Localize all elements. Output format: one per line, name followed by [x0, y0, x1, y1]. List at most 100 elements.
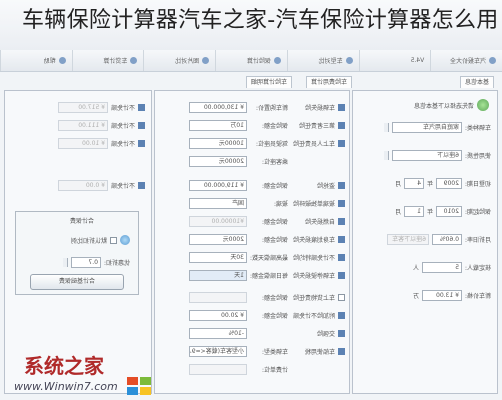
field-label: 新车购置价: [255, 104, 288, 112]
year-unit: 年 [426, 180, 433, 188]
row-label: 附加险不计免赔 [292, 312, 335, 320]
default-discount-checkbox[interactable] [110, 236, 117, 244]
value-select[interactable]: 1天 [189, 269, 247, 281]
row-label: 玻璃单独破碎险 [292, 200, 335, 208]
value-select[interactable]: -10% [189, 327, 247, 339]
amount-field: ¥ 10.00 [57, 137, 108, 149]
checkbox[interactable] [338, 235, 345, 243]
watermark-cn-text: 系统之家 [24, 354, 104, 378]
info-icon [120, 235, 130, 245]
new-car-price-label: 新车价格: [464, 292, 491, 300]
checkbox[interactable] [338, 103, 345, 111]
checkbox[interactable] [338, 199, 345, 207]
calculator-window: 汽车报价大全 V4.5 车型对比 保险计算 图片对比 车贷计算 帮助 基本信息 … [0, 0, 502, 400]
no-deductible-label: 不计免赔 [110, 140, 135, 148]
row-label: 盗抢险 [316, 182, 335, 190]
toolbar-item-price-list[interactable]: 汽车报价大全 [430, 50, 502, 71]
row-label: 交强险 [316, 330, 335, 338]
no-deductible-label: 不计免赔 [110, 182, 135, 190]
site-watermark: 系统之家 www.Winwin7.com [6, 350, 186, 396]
chevron-down-icon[interactable] [383, 150, 389, 160]
tab-info[interactable]: 基本信息 [459, 76, 494, 88]
register-year-input[interactable]: 2009 [435, 177, 462, 189]
row-label: 自燃损失险 [304, 218, 335, 226]
depreciation-class: 6座以下客车 [386, 233, 429, 245]
checkbox[interactable] [138, 139, 145, 147]
seats-unit: 人 [412, 264, 419, 272]
checkbox[interactable] [138, 121, 145, 129]
value-select[interactable]: 小型客车(载客<=9人) [189, 345, 247, 357]
field-label: 保险金额: [261, 182, 288, 190]
row-label: 车上货物责任险 [292, 294, 335, 302]
toolbar-item-version: V4.5 [358, 50, 431, 71]
no-deductible-label: 不计免赔 [110, 104, 135, 112]
value-input[interactable]: ¥10000.00 [189, 215, 247, 227]
value-input[interactable]: ¥ 119,000.00 [189, 179, 247, 191]
value-select[interactable]: 10000元 [189, 137, 247, 149]
details-panel: 不计免赔 ¥ 517.00 不计免赔 ¥ 111.00 不计免赔 ¥ 10.00 不计… [4, 90, 152, 394]
field-label: 保险金额: [261, 236, 288, 244]
help-icon [58, 57, 66, 64]
checkbox[interactable] [338, 253, 345, 261]
discount-input[interactable]: 0.7 [70, 256, 101, 268]
value-input[interactable]: ¥ 20.00 [189, 309, 247, 321]
green-arrow-icon [477, 99, 489, 111]
value-select[interactable]: 20000元 [189, 155, 247, 167]
field-label: 保险金额: [261, 218, 288, 226]
toolbar-item-loan[interactable]: 车贷计算 [71, 50, 144, 71]
compare-icon [345, 57, 353, 64]
checkbox[interactable] [338, 139, 345, 147]
vehicle-type-select[interactable]: 家庭自用汽车 [391, 121, 462, 133]
toolbar: 汽车报价大全 V4.5 车型对比 保险计算 图片对比 车贷计算 帮助 [0, 50, 502, 72]
row-label: 不计免赔特约险 [292, 254, 335, 262]
field-label: 保险金额: [261, 294, 288, 302]
checkbox[interactable] [338, 121, 345, 129]
row-label: 车船使用税 [304, 348, 335, 356]
amount-field: ¥ 111.00 [57, 119, 108, 131]
chevron-down-icon[interactable] [383, 122, 389, 132]
value-input[interactable]: ¥ 130,000.00 [189, 101, 247, 113]
stepper-icon[interactable] [62, 257, 68, 267]
toolbar-item-compare[interactable]: 车型对比 [286, 50, 359, 71]
start-month-input[interactable]: 1 [403, 205, 424, 217]
value-select[interactable]: 国产 [189, 197, 247, 209]
checkbox[interactable] [338, 181, 345, 189]
checkbox[interactable] [138, 181, 145, 189]
amount-field: ¥ 517.00 [57, 101, 108, 113]
value-input[interactable] [189, 291, 247, 303]
new-car-price-input[interactable]: ¥ 13.00 [421, 289, 462, 301]
checkbox[interactable] [338, 271, 345, 279]
shield-icon [273, 57, 281, 64]
toolbar-item-pictures[interactable]: 图片对比 [143, 50, 216, 71]
field-label: 每日赔偿金额: [249, 272, 288, 280]
checkbox[interactable] [338, 311, 345, 319]
tab-calculation[interactable]: 车险费用计算 [305, 76, 352, 88]
checkbox[interactable] [338, 293, 345, 301]
toolbar-item-help[interactable]: 帮助 [0, 50, 72, 71]
value-select[interactable]: 10万 [189, 119, 247, 131]
depreciation-input[interactable]: 0.60% [431, 233, 462, 245]
field-label: 计费单位: [261, 366, 288, 374]
row-label: 车上人员责任险 [292, 140, 335, 148]
checkbox[interactable] [338, 329, 345, 337]
field-label: 保险金额: [261, 312, 288, 320]
field-label: 最高赔偿天数: [249, 254, 288, 262]
value-input[interactable] [189, 363, 247, 375]
value-select[interactable]: 30天 [189, 251, 247, 263]
start-year-input[interactable]: 2010 [435, 205, 462, 217]
checkbox[interactable] [338, 217, 345, 225]
amount-field: ¥ 0.00 [57, 179, 108, 191]
value-select[interactable]: 2000元 [189, 233, 247, 245]
usage-label: 使用性质: [464, 152, 491, 160]
usage-select[interactable]: 6座以下 [391, 149, 462, 161]
car-icon [489, 57, 496, 64]
seats-input[interactable]: 5 [421, 261, 462, 273]
checkbox[interactable] [138, 103, 145, 111]
toolbar-item-insurance[interactable]: 保险计算 [215, 50, 287, 71]
register-month-input[interactable]: 4 [403, 177, 424, 189]
checkbox[interactable] [338, 347, 345, 355]
calculate-total-button[interactable]: 合计基础保费 [30, 274, 124, 290]
start-date-label: 保险起期: [464, 208, 491, 216]
tab-details[interactable]: 车险计算明细 [245, 76, 292, 88]
discount-label: 优惠折扣: [103, 259, 130, 267]
